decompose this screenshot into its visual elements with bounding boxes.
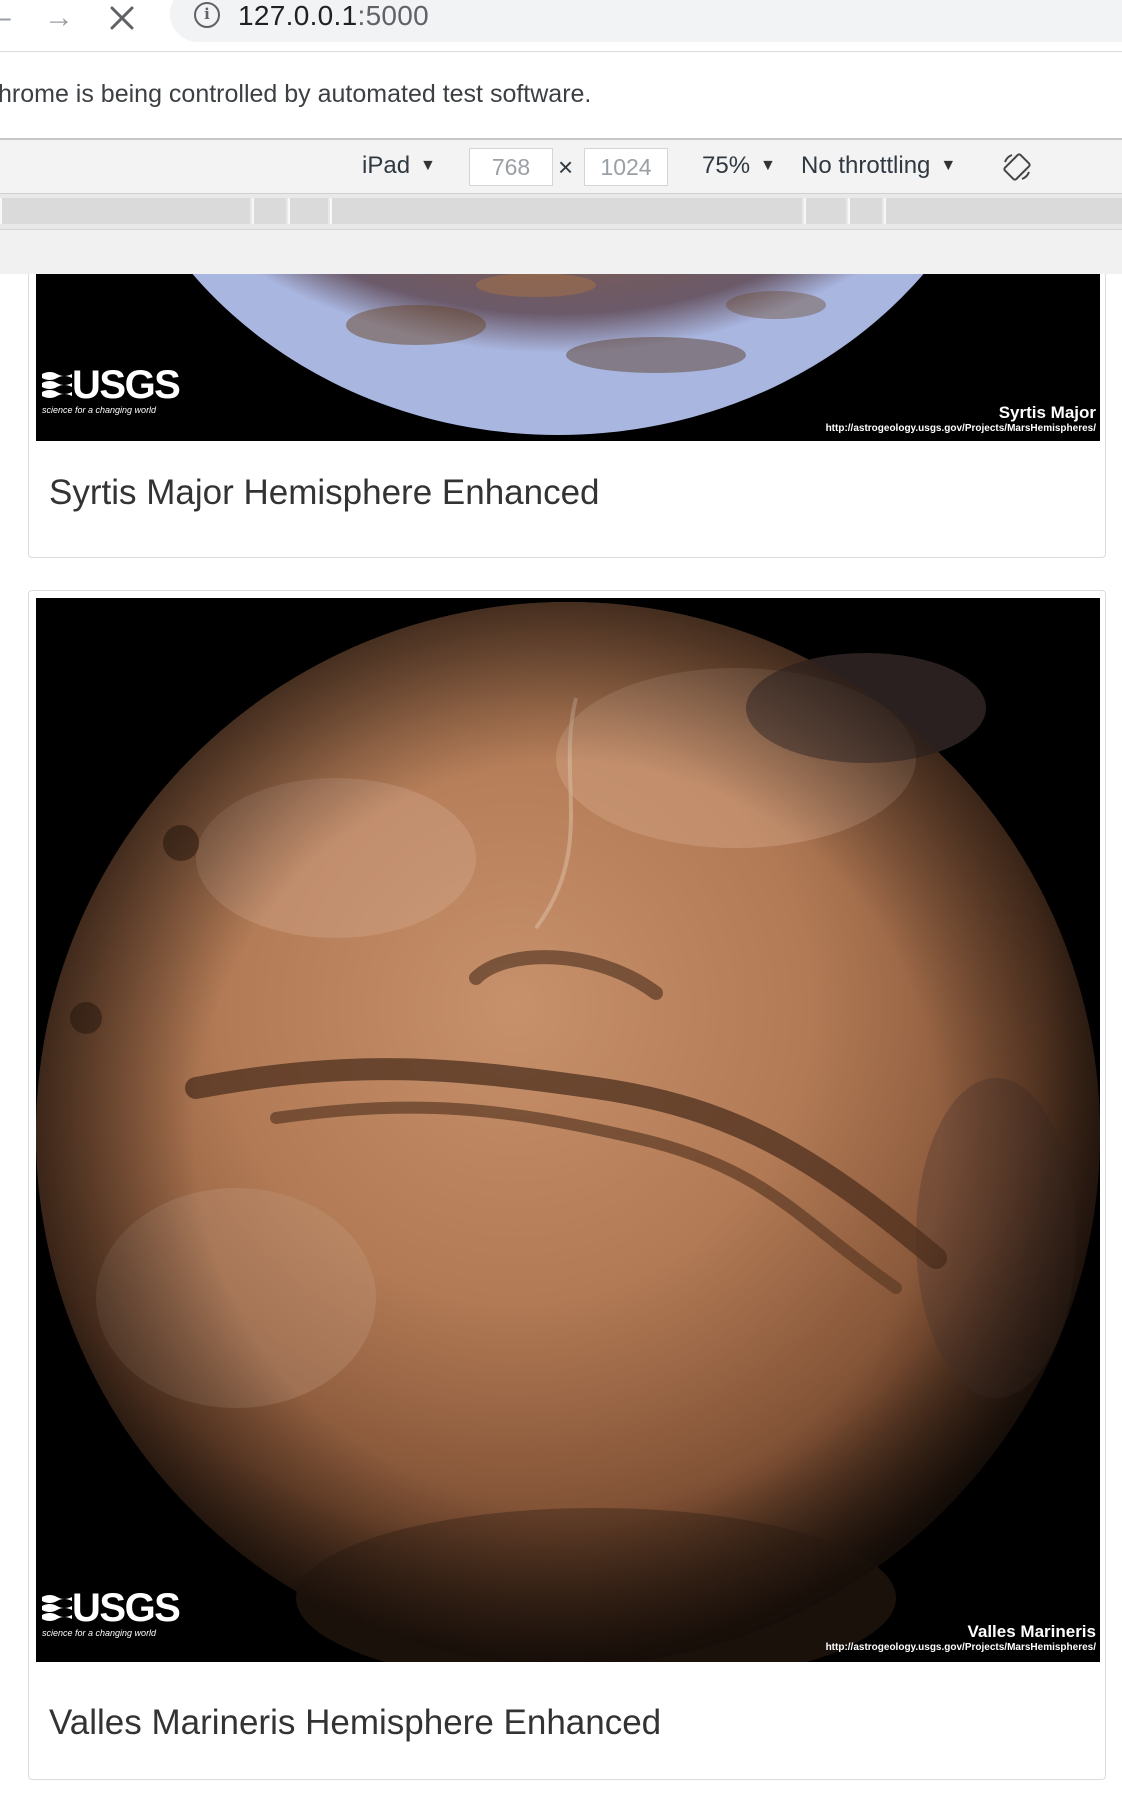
chevron-down-icon: ▼ — [760, 157, 776, 174]
throttling-label: No throttling — [801, 152, 931, 179]
usgs-logo-text: USGS — [72, 363, 181, 407]
image-caption: Syrtis Major http://astrogeology.usgs.go… — [826, 403, 1096, 434]
usgs-logo: USGS science for a changing world — [42, 1586, 181, 1638]
zoom-label: 75% — [702, 152, 751, 179]
device-toolbar: iPad ▼ 768 × 1024 75% ▼ No throttling ▼ — [0, 140, 1122, 194]
rotate-icon[interactable] — [1002, 152, 1032, 182]
card-title[interactable]: Syrtis Major Hemisphere Enhanced — [49, 473, 600, 513]
card-title[interactable]: Valles Marineris Hemisphere Enhanced — [49, 1703, 661, 1743]
automation-infobar: hrome is being controlled by automated t… — [0, 52, 1122, 140]
usgs-logo-text: USGS — [72, 1586, 181, 1630]
dimension-separator: × — [558, 152, 574, 182]
forward-arrow-icon[interactable]: → — [44, 0, 74, 36]
usgs-tagline: science for a changing world — [42, 1628, 157, 1638]
ruler-segment[interactable] — [288, 198, 328, 224]
chevron-down-icon: ▼ — [940, 157, 957, 174]
address-bar[interactable]: i 127.0.0.1:5000 — [170, 0, 1122, 42]
url-text[interactable]: 127.0.0.1:5000 — [238, 0, 429, 32]
ruler-segment[interactable] — [0, 198, 250, 224]
mars-globe-graphic — [36, 602, 1100, 1662]
hemisphere-image[interactable]: USGS science for a changing world Valles… — [36, 598, 1100, 1662]
hemisphere-image[interactable]: USGS science for a changing world Syrtis… — [36, 274, 1100, 441]
width-input[interactable]: 768 — [469, 148, 553, 186]
height-input[interactable]: 1024 — [584, 148, 668, 186]
stop-icon[interactable] — [108, 0, 136, 36]
ruler-segment[interactable] — [884, 198, 1122, 224]
ruler-segment[interactable] — [330, 198, 802, 224]
ruler-segment[interactable] — [252, 198, 286, 224]
browser-toolbar: – → i 127.0.0.1:5000 — [0, 0, 1122, 52]
chevron-down-icon: ▼ — [420, 157, 436, 174]
throttling-select[interactable]: No throttling ▼ — [801, 152, 956, 180]
ruler-segment[interactable] — [804, 198, 846, 224]
url-host: 127.0.0.1 — [238, 0, 358, 31]
hemisphere-card: USGS science for a changing world Valles… — [28, 590, 1106, 1780]
caption-name: Valles Marineris — [967, 1622, 1096, 1641]
image-caption: Valles Marineris http://astrogeology.usg… — [826, 1622, 1096, 1653]
back-arrow-icon[interactable]: – — [0, 0, 11, 36]
ruler-segment[interactable] — [848, 198, 882, 224]
device-label: iPad — [362, 152, 411, 179]
zoom-select[interactable]: 75% ▼ — [702, 152, 776, 180]
usgs-wave-icon — [42, 1595, 72, 1621]
url-port: :5000 — [357, 0, 430, 31]
caption-name: Syrtis Major — [998, 403, 1096, 422]
usgs-tagline: science for a changing world — [42, 405, 157, 415]
media-query-ruler[interactable] — [0, 194, 1122, 230]
device-subbar — [0, 230, 1122, 274]
caption-url: http://astrogeology.usgs.gov/Projects/Ma… — [825, 1642, 1096, 1653]
usgs-wave-icon — [42, 372, 72, 398]
hemisphere-card: USGS science for a changing world Syrtis… — [28, 274, 1106, 558]
infobar-text: hrome is being controlled by automated t… — [0, 80, 592, 108]
page-viewport[interactable]: USGS science for a changing world Syrtis… — [0, 274, 1122, 1812]
usgs-logo: USGS science for a changing world — [42, 363, 181, 415]
caption-url: http://astrogeology.usgs.gov/Projects/Ma… — [825, 423, 1096, 434]
info-icon[interactable]: i — [194, 2, 220, 28]
device-select[interactable]: iPad ▼ — [362, 152, 436, 180]
